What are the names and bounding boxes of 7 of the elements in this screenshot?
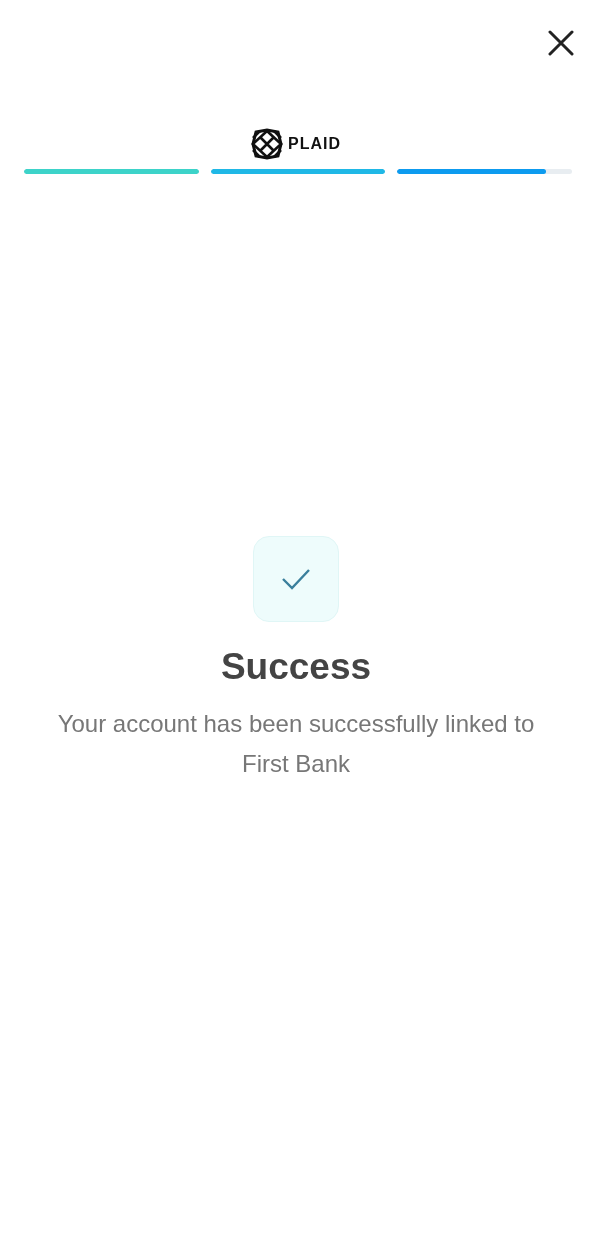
close-icon [548,30,574,56]
close-button[interactable] [548,30,574,56]
logo-text: PLAID [288,135,341,153]
logo-icon [251,128,283,160]
title: Success [220,646,372,688]
check-icon [281,568,311,590]
message: Your account has been successfully linked to First Bank [56,709,536,779]
